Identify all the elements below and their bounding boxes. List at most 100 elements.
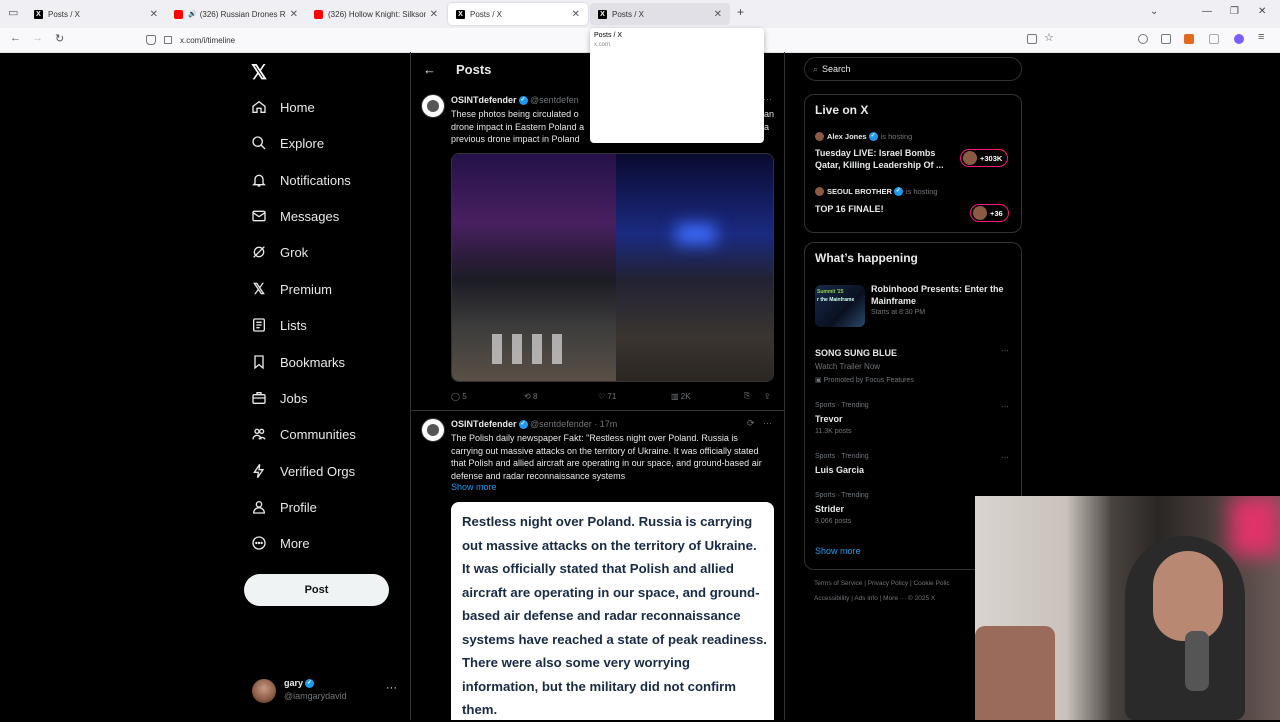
- account-handle: @iamgarydavid: [284, 691, 347, 701]
- lightning-icon: [250, 462, 268, 480]
- tweet-handle[interactable]: @sentdefen: [530, 95, 579, 105]
- minimize-icon[interactable]: —: [1202, 6, 1212, 17]
- back-arrow-icon[interactable]: ←: [423, 62, 436, 77]
- extension-icon[interactable]: [1209, 34, 1219, 44]
- nav-communities[interactable]: Communities: [250, 422, 356, 446]
- show-more-link[interactable]: Show more: [451, 482, 497, 492]
- live-host-row[interactable]: SEOUL BROTHER ✓ is hosting: [815, 187, 938, 196]
- close-icon[interactable]: ✕: [290, 9, 298, 20]
- more-dots-icon[interactable]: ···: [386, 682, 397, 694]
- tweet-more-icon[interactable]: ···: [763, 418, 772, 428]
- tweet-text-line: These photos being circulated o: [451, 109, 579, 119]
- extensions-icon[interactable]: [1161, 34, 1171, 44]
- restore-icon[interactable]: ❐: [1230, 6, 1239, 17]
- nav-grok[interactable]: Grok: [250, 240, 308, 264]
- reply-button[interactable]: ◯ 5: [451, 392, 467, 401]
- browser-tab-1[interactable]: X Posts / X ✕: [26, 3, 166, 25]
- close-icon[interactable]: ✕: [572, 9, 580, 20]
- live-title[interactable]: TOP 16 FINALE!: [815, 203, 884, 215]
- browser-tab-3[interactable]: (326) Hollow Knight: Silksong ✕: [306, 3, 446, 25]
- nav-home[interactable]: Home: [250, 95, 315, 119]
- trend-more-icon[interactable]: ···: [1001, 453, 1009, 462]
- account-icon[interactable]: [1138, 34, 1148, 44]
- tweet-media[interactable]: [451, 153, 774, 382]
- bookmark-icon[interactable]: ⎘: [744, 391, 750, 401]
- extension-icon[interactable]: [1234, 34, 1244, 44]
- tweet-image-card[interactable]: Restless night over Poland. Russia is ca…: [451, 502, 774, 720]
- forward-icon[interactable]: →: [32, 32, 43, 44]
- views-button[interactable]: ▥ 2K: [671, 392, 691, 401]
- x-logo-icon[interactable]: 𝕏: [251, 60, 267, 85]
- featured-thumbnail[interactable]: Summit '25 r the Mainframe: [815, 285, 865, 327]
- tab-overflow-icon[interactable]: ⌄: [1150, 6, 1158, 17]
- search-input[interactable]: ⌕ Search: [804, 57, 1022, 81]
- nav-jobs[interactable]: Jobs: [250, 386, 307, 410]
- show-more-link[interactable]: Show more: [815, 546, 861, 556]
- featured-title-line: Robinhood Presents: Enter the: [871, 284, 1004, 294]
- close-icon[interactable]: ✕: [150, 9, 158, 20]
- nav-label: Jobs: [280, 390, 308, 406]
- browser-tab-5[interactable]: X Posts / X ✕: [590, 3, 730, 25]
- metamask-icon[interactable]: [1184, 34, 1194, 44]
- trend-title[interactable]: Trevor: [815, 414, 843, 424]
- menu-icon[interactable]: ≡: [1258, 31, 1264, 43]
- reload-icon[interactable]: ↻: [55, 32, 64, 45]
- tweet-author[interactable]: OSINTdefender: [451, 419, 517, 429]
- nav-profile[interactable]: Profile: [250, 495, 317, 519]
- close-icon[interactable]: ✕: [430, 9, 438, 20]
- nav-lists[interactable]: Lists: [250, 313, 307, 337]
- footer-links[interactable]: Accessibility | Ads info | More ··· © 20…: [814, 595, 935, 602]
- browser-tab-bar: ▭ X Posts / X ✕ 🔊 (326) Russian Drones R…: [0, 0, 1280, 28]
- browser-tab-4[interactable]: X Posts / X ✕: [448, 3, 588, 25]
- post-button[interactable]: Post: [244, 574, 389, 606]
- tweet-author[interactable]: OSINTdefender: [451, 95, 517, 105]
- nav-premium[interactable]: 𝕏 Premium: [250, 277, 332, 301]
- browser-tab-2[interactable]: 🔊 (326) Russian Drones Repo ✕: [166, 3, 306, 25]
- back-icon[interactable]: ←: [10, 32, 21, 44]
- nav-notifications[interactable]: Notifications: [250, 168, 351, 192]
- live-title[interactable]: Tuesday LIVE: Israel Bombs Qatar, Killin…: [815, 147, 944, 171]
- footer-links[interactable]: Terms of Service | Privacy Policy | Cook…: [814, 580, 950, 587]
- tweet-avatar[interactable]: [421, 94, 445, 118]
- nav-more[interactable]: More: [250, 531, 310, 555]
- grok-explain-icon[interactable]: ⟳: [747, 418, 755, 429]
- trend-title[interactable]: SONG SUNG BLUE: [815, 348, 897, 358]
- nav-explore[interactable]: Explore: [250, 131, 324, 155]
- tweet-more-icon[interactable]: ···: [763, 94, 772, 104]
- trend-more-icon[interactable]: ···: [1001, 402, 1009, 411]
- tweet-photo-1[interactable]: [452, 154, 616, 381]
- window-close-icon[interactable]: ✕: [1258, 6, 1266, 17]
- trend-title[interactable]: Luis Garcia: [815, 465, 864, 475]
- featured-title[interactable]: Robinhood Presents: Enter the Mainframe: [871, 283, 1004, 307]
- nav-label: Explore: [280, 135, 325, 151]
- tweet-photo-2[interactable]: [616, 154, 773, 381]
- speaker-icon[interactable]: 🔊: [188, 10, 197, 18]
- trend-title[interactable]: Strider: [815, 504, 844, 514]
- tweet-avatar[interactable]: [421, 418, 445, 442]
- tweet-time[interactable]: 17m: [600, 419, 618, 429]
- lock-icon[interactable]: [164, 36, 172, 44]
- tab-label: Posts / X: [470, 9, 503, 19]
- tab-list-icon[interactable]: ▭: [8, 6, 18, 19]
- reader-view-icon[interactable]: [1027, 34, 1037, 44]
- live-listener-badge[interactable]: +36: [970, 204, 1009, 222]
- nav-bookmarks[interactable]: Bookmarks: [250, 350, 345, 374]
- trend-more-icon[interactable]: ···: [1001, 346, 1009, 355]
- live-listener-badge[interactable]: +303K: [960, 149, 1009, 167]
- nav-messages[interactable]: Messages: [250, 204, 339, 228]
- shield-icon[interactable]: [146, 35, 156, 45]
- tweet-handle[interactable]: @sentdefender: [530, 419, 592, 429]
- url-text[interactable]: x.com/i/timeline: [180, 36, 235, 45]
- nav-verified-orgs[interactable]: Verified Orgs: [250, 459, 355, 483]
- search-placeholder: Search: [822, 64, 851, 74]
- account-switcher[interactable]: gary ✓ @iamgarydavid ···: [252, 678, 402, 706]
- account-name-row: gary ✓: [284, 678, 315, 689]
- new-tab-button[interactable]: +: [737, 5, 744, 19]
- like-button[interactable]: ♡ 71: [598, 392, 616, 401]
- live-host-row[interactable]: Alex Jones ✓ is hosting: [815, 132, 912, 141]
- share-icon[interactable]: ⇪: [764, 392, 771, 401]
- host-avatar: [815, 132, 824, 141]
- bookmark-star-icon[interactable]: ☆: [1044, 31, 1054, 44]
- repost-button[interactable]: ⟲ 8: [524, 392, 537, 401]
- close-icon[interactable]: ✕: [714, 9, 722, 20]
